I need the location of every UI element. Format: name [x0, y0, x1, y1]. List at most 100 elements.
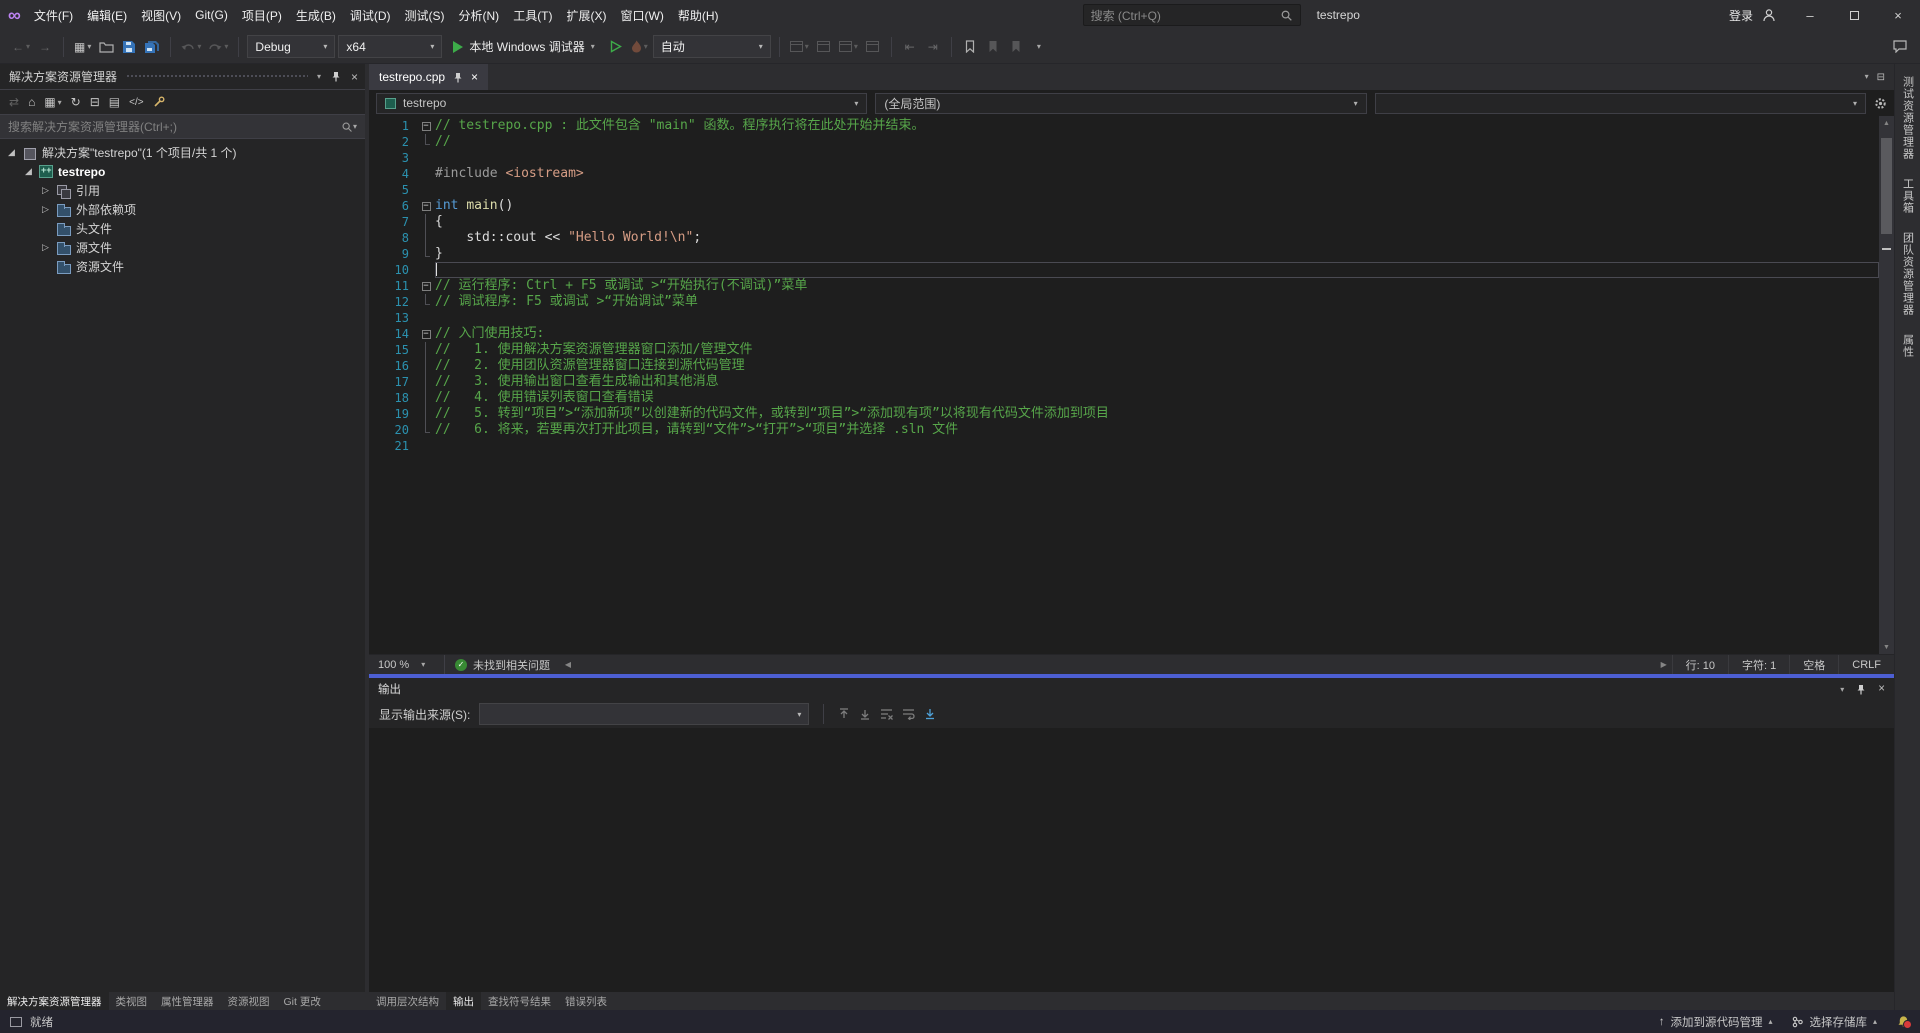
editor-horizontal-scrollbar[interactable]: ◀ ▶	[560, 655, 1672, 674]
scrollbar-track[interactable]	[1879, 130, 1894, 640]
code-line-16[interactable]: 16// 2. 使用团队资源管理器窗口连接到源代码管理	[369, 358, 1879, 374]
output-source-dropdown[interactable]: ▾	[479, 703, 809, 725]
menu-窗口(W)[interactable]: 窗口(W)	[614, 0, 671, 30]
send-feedback-button[interactable]	[1890, 35, 1910, 59]
code-line-15[interactable]: 15// 1. 使用解决方案资源管理器窗口添加/管理文件	[369, 342, 1879, 358]
pin-icon[interactable]	[1856, 684, 1866, 695]
sign-in-button[interactable]: 登录	[1717, 0, 1788, 30]
member-scope-dropdown[interactable]: ▾	[1375, 93, 1866, 114]
expander-icon[interactable]: ◢	[6, 147, 17, 158]
switch-views-icon[interactable]: ▦▾	[44, 95, 61, 109]
tree-item--[interactable]: 头文件	[0, 219, 365, 238]
menu-生成(B)[interactable]: 生成(B)	[289, 0, 343, 30]
zoom-dropdown[interactable]: 100 % ▾	[369, 655, 445, 674]
save-button[interactable]	[119, 35, 139, 59]
start-debugging-button[interactable]: 本地 Windows 调试器 ▾	[445, 35, 602, 59]
select-repository-button[interactable]: 选择存储库 ▴	[1792, 1014, 1877, 1030]
column-indicator[interactable]: 字符: 1	[1728, 655, 1789, 674]
menu-测试(S)[interactable]: 测试(S)	[398, 0, 452, 30]
code-line-17[interactable]: 17// 3. 使用输出窗口查看生成输出和其他消息	[369, 374, 1879, 390]
float-window-icon[interactable]: ⊟	[1877, 72, 1885, 83]
scroll-right-icon[interactable]: ▶	[1656, 660, 1672, 669]
menu-扩展(X)[interactable]: 扩展(X)	[560, 0, 614, 30]
output-header[interactable]: 输出 ▾ ×	[369, 678, 1894, 700]
code-line-8[interactable]: 8 std::cout << "Hello World!\n";	[369, 230, 1879, 246]
window-layout-button[interactable]: ▦▾	[72, 35, 93, 59]
solution-platform-dropdown[interactable]: x64▾	[338, 35, 442, 58]
watch-window-button[interactable]	[863, 35, 883, 59]
menu-工具(T)[interactable]: 工具(T)	[506, 0, 559, 30]
watch-mode-dropdown[interactable]: 自动▾	[653, 35, 771, 58]
tool-tab--[interactable]: 错误列表	[558, 992, 614, 1010]
undo-button[interactable]: ▾	[179, 35, 203, 59]
code-line-13[interactable]: 13	[369, 310, 1879, 326]
toolbar-overflow-button[interactable]: ▾	[1029, 35, 1049, 59]
fold-collapse-icon[interactable]: −	[417, 198, 435, 214]
maximize-button[interactable]	[1832, 0, 1876, 30]
code-line-2[interactable]: 2//	[369, 134, 1879, 150]
tool-tab-Git-[interactable]: Git 更改	[277, 992, 328, 1010]
next-bookmark-button[interactable]	[1006, 35, 1026, 59]
code-line-7[interactable]: 7{	[369, 214, 1879, 230]
minimize-button[interactable]: –	[1788, 0, 1832, 30]
side-tab--[interactable]: 测试资源管理器	[1900, 76, 1916, 160]
code-line-20[interactable]: 20// 6. 将来，若要再次打开此项目，请转到“文件”>“打开”>“项目”并选…	[369, 422, 1879, 438]
solution-configuration-dropdown[interactable]: Debug▾	[247, 35, 335, 58]
toggle-bookmark-button[interactable]	[960, 35, 980, 59]
tool-tab--[interactable]: 类视图	[109, 992, 155, 1010]
project-scope-dropdown[interactable]: testrepo ▾	[376, 93, 867, 114]
pin-icon[interactable]	[453, 72, 463, 83]
properties-icon[interactable]	[153, 96, 165, 108]
menu-帮助(H)[interactable]: 帮助(H)	[671, 0, 726, 30]
breakpoints-window-button[interactable]: ▾	[788, 35, 811, 59]
indent-increase-button[interactable]: ⇥	[923, 35, 943, 59]
document-tab-testrepo-cpp[interactable]: testrepo.cpp ×	[369, 64, 488, 90]
tool-tab--[interactable]: 查找符号结果	[481, 992, 558, 1010]
scroll-down-icon[interactable]: ▼	[1883, 640, 1890, 654]
close-tab-icon[interactable]: ×	[471, 70, 478, 84]
code-line-6[interactable]: 6−int main()	[369, 198, 1879, 214]
indent-decrease-button[interactable]: ⇤	[900, 35, 920, 59]
code-line-1[interactable]: 1−// testrepo.cpp : 此文件包含 "main" 函数。程序执行…	[369, 118, 1879, 134]
menu-编辑(E)[interactable]: 编辑(E)	[80, 0, 134, 30]
open-file-button[interactable]	[96, 35, 116, 59]
tree-item--[interactable]: ▷引用	[0, 181, 365, 200]
previous-bookmark-button[interactable]	[983, 35, 1003, 59]
fold-collapse-icon[interactable]: −	[417, 118, 435, 134]
menu-项目(P)[interactable]: 项目(P)	[235, 0, 289, 30]
line-indicator[interactable]: 行: 10	[1672, 655, 1728, 674]
side-tab--[interactable]: 属性	[1900, 334, 1916, 358]
pin-icon[interactable]	[331, 71, 341, 82]
close-panel-icon[interactable]: ×	[351, 70, 358, 84]
redo-button[interactable]: ▾	[206, 35, 230, 59]
toggle-autoscroll-button[interactable]	[924, 708, 936, 720]
tree-item--[interactable]: ▷外部依赖项	[0, 200, 365, 219]
code-line-9[interactable]: 9}	[369, 246, 1879, 262]
code-line-21[interactable]: 21	[369, 438, 1879, 454]
search-options-icon[interactable]: ▾	[353, 122, 357, 131]
tool-tab--[interactable]: 属性管理器	[154, 992, 221, 1010]
immediate-window-button[interactable]	[814, 35, 834, 59]
solution-explorer-header[interactable]: 解决方案资源管理器 ▾ ×	[0, 64, 365, 89]
side-tab--[interactable]: 工具箱	[1900, 178, 1916, 214]
code-line-11[interactable]: 11−// 运行程序: Ctrl + F5 或调试 >“开始执行(不调试)”菜单	[369, 278, 1879, 294]
code-editor[interactable]: 1−// testrepo.cpp : 此文件包含 "main" 函数。程序执行…	[369, 116, 1894, 654]
window-position-icon[interactable]: ▾	[317, 72, 321, 81]
menu-Git(G)[interactable]: Git(G)	[188, 0, 235, 30]
menu-分析(N)[interactable]: 分析(N)	[452, 0, 507, 30]
background-tasks-icon[interactable]	[10, 1017, 22, 1027]
tree-item-testrepo[interactable]: ◢testrepo	[0, 162, 365, 181]
tool-tab--[interactable]: 调用层次结构	[369, 992, 446, 1010]
scroll-up-icon[interactable]: ▲	[1883, 116, 1890, 130]
save-all-button[interactable]	[142, 35, 162, 59]
expander-icon[interactable]: ▷	[40, 204, 51, 215]
code-line-19[interactable]: 19// 5. 转到“项目”>“添加新项”以创建新的代码文件，或转到“项目”>“…	[369, 406, 1879, 422]
code-line-3[interactable]: 3	[369, 150, 1879, 166]
close-button[interactable]: ×	[1876, 0, 1920, 30]
document-health-indicator[interactable]: ✓ 未找到相关问题	[445, 657, 560, 673]
fold-collapse-icon[interactable]: −	[417, 326, 435, 342]
code-line-18[interactable]: 18// 4. 使用错误列表窗口查看错误	[369, 390, 1879, 406]
tree-item--[interactable]: ▷源文件	[0, 238, 365, 257]
navigate-backward-button[interactable]: ←▾	[10, 35, 32, 59]
spaces-indicator[interactable]: 空格	[1789, 655, 1838, 674]
